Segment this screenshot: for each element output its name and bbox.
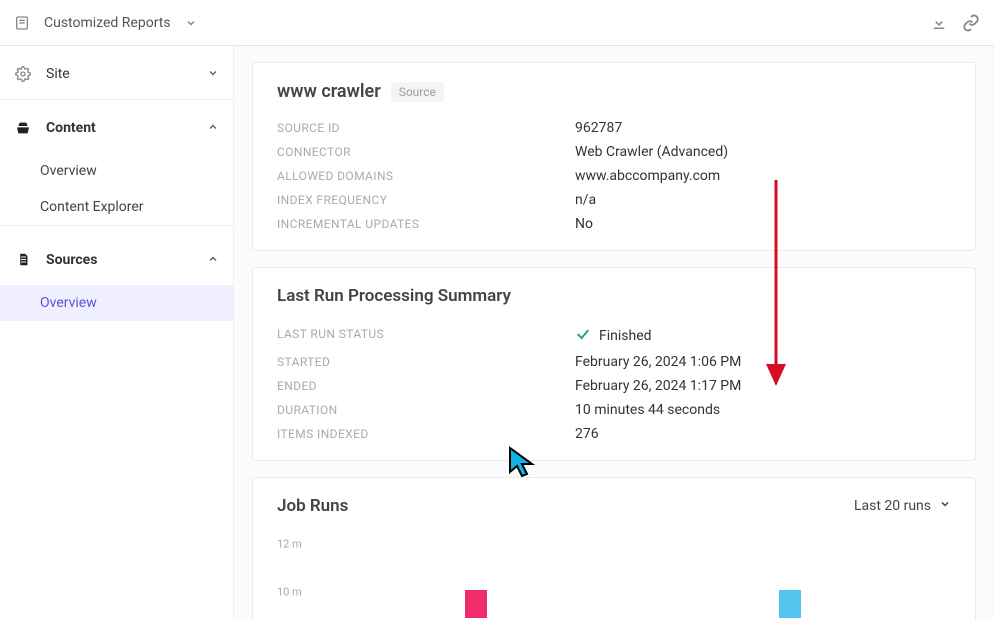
kv-label: Index Frequency (277, 192, 575, 208)
y-tick-10: 10 m (277, 586, 302, 599)
runs-dropdown[interactable]: Last 20 runs (854, 498, 951, 514)
kv-status: Last Run Status Finished (277, 326, 951, 346)
kv-allowed-domains: Allowed Domains www.abccompany.com (277, 168, 951, 184)
kv-value: 962787 (575, 120, 622, 136)
sidebar-subitem-sources-overview[interactable]: Overview (0, 285, 233, 321)
document-icon (14, 252, 32, 267)
last-run-card: Last Run Processing Summary Last Run Sta… (252, 267, 976, 461)
sidebar-item-sources[interactable]: Sources (0, 226, 233, 285)
kv-items-indexed: Items Indexed 276 (277, 426, 951, 442)
kv-duration: Duration 10 minutes 44 seconds (277, 402, 951, 418)
sidebar-item-site[interactable]: Site (0, 46, 233, 99)
status-text: Finished (599, 328, 652, 344)
reports-icon (14, 15, 30, 31)
main-content: www crawler Source Source ID 962787 Conn… (234, 46, 994, 620)
kv-label: Last Run Status (277, 326, 575, 346)
sidebar: Site Content Overview Content Explorer (0, 46, 234, 620)
job-runs-card: Job Runs Last 20 runs 12 m 10 m (252, 477, 976, 620)
source-card: www crawler Source Source ID 962787 Conn… (252, 62, 976, 251)
kv-label: Started (277, 354, 575, 370)
kv-value: n/a (575, 192, 596, 208)
chevron-down-icon (939, 498, 951, 514)
chevron-up-icon (207, 250, 219, 269)
source-badge: Source (391, 82, 444, 102)
sidebar-item-content[interactable]: Content (0, 100, 233, 153)
kv-value: www.abccompany.com (575, 168, 720, 184)
topbar: Customized Reports (0, 0, 994, 46)
kv-label: Items Indexed (277, 426, 575, 442)
sidebar-subitem-content-explorer[interactable]: Content Explorer (0, 189, 233, 225)
kv-connector: Connector Web Crawler (Advanced) (277, 144, 951, 160)
chevron-down-icon[interactable] (185, 17, 197, 29)
last-run-title: Last Run Processing Summary (277, 286, 951, 306)
sidebar-label: Content (46, 120, 96, 136)
link-icon[interactable] (962, 14, 980, 32)
download-icon[interactable] (930, 14, 948, 32)
kv-value: February 26, 2024 1:17 PM (575, 378, 741, 394)
sidebar-label: Site (46, 66, 70, 82)
kv-label: Source ID (277, 120, 575, 136)
kv-label: Connector (277, 144, 575, 160)
kv-ended: Ended February 26, 2024 1:17 PM (277, 378, 951, 394)
sidebar-label: Sources (46, 252, 97, 268)
check-icon (575, 326, 591, 346)
kv-started: Started February 26, 2024 1:06 PM (277, 354, 951, 370)
kv-label: Allowed Domains (277, 168, 575, 184)
y-tick-12: 12 m (277, 538, 302, 551)
basket-icon (14, 120, 32, 136)
kv-value: February 26, 2024 1:06 PM (575, 354, 741, 370)
chevron-up-icon (207, 118, 219, 137)
chart-bar-b (779, 590, 801, 618)
dropdown-label: Last 20 runs (854, 498, 931, 514)
kv-value: Web Crawler (Advanced) (575, 144, 728, 160)
kv-incremental-updates: Incremental Updates No (277, 216, 951, 232)
kv-source-id: Source ID 962787 (277, 120, 951, 136)
topbar-title: Customized Reports (44, 15, 171, 31)
kv-value: 276 (575, 426, 599, 442)
job-runs-title: Job Runs (277, 496, 348, 516)
gear-icon (14, 66, 32, 82)
kv-value: No (575, 216, 593, 232)
kv-index-frequency: Index Frequency n/a (277, 192, 951, 208)
sidebar-subitem-overview[interactable]: Overview (0, 153, 233, 189)
source-title: www crawler (277, 81, 381, 102)
job-runs-chart: 12 m 10 m (277, 538, 951, 618)
chart-bar-a (465, 590, 487, 618)
kv-value: Finished (575, 326, 652, 346)
kv-value: 10 minutes 44 seconds (575, 402, 720, 418)
kv-label: Incremental Updates (277, 216, 575, 232)
kv-label: Duration (277, 402, 575, 418)
kv-label: Ended (277, 378, 575, 394)
chevron-down-icon (207, 64, 219, 83)
